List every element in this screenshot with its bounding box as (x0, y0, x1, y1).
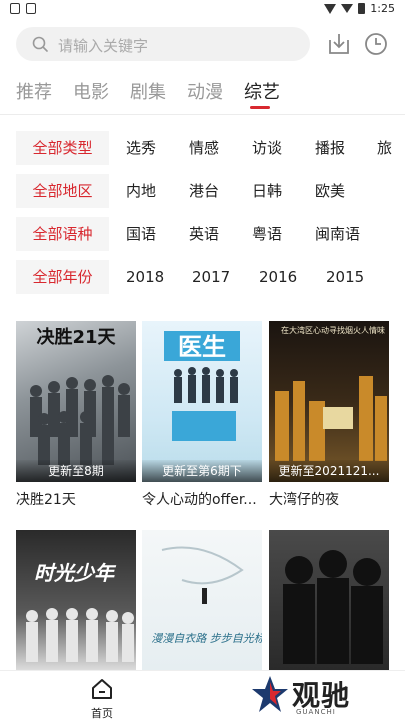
poster-title: 漫漫自衣路 步步自光标 (151, 632, 262, 645)
poster-image: 在大湾区心动寻找烟火人情味 更新至2021121... (269, 321, 389, 482)
filter-option[interactable]: 闽南语 (315, 217, 360, 251)
filter-option[interactable]: 日韩 (252, 174, 282, 208)
nav-home[interactable]: 首页 (84, 675, 120, 720)
notification-icon (26, 3, 36, 14)
poster-image: 决胜21天 更新至8期 (16, 321, 136, 482)
star-logo-icon (252, 676, 288, 712)
filter-row-type: 全部类型 选秀 情感 访谈 播报 旅 (0, 131, 405, 165)
poster-title: 在大湾区心动寻找烟火人情味 (281, 325, 385, 335)
filter-option[interactable]: 港台 (189, 174, 219, 208)
filter-option[interactable]: 英语 (189, 217, 219, 251)
poster-image: 医生 更新至第6期下 (142, 321, 262, 482)
search-icon (32, 36, 48, 52)
filter-option[interactable]: 旅 (377, 131, 392, 165)
episode-badge: 更新至8期 (16, 460, 136, 482)
poster-image: 时光少年 (16, 530, 136, 670)
filter-option[interactable]: 2017 (192, 260, 230, 294)
active-tab-indicator (250, 106, 270, 109)
sim-icon (10, 3, 20, 14)
episode-badge: 更新至第6期下 (142, 460, 262, 482)
tab-series[interactable]: 剧集 (130, 78, 166, 104)
filter-option[interactable]: 访谈 (252, 131, 282, 165)
notification-icons (10, 3, 36, 14)
status-time: 1:25 (370, 2, 395, 15)
filter-option[interactable]: 播报 (315, 131, 345, 165)
signal-icon (341, 4, 354, 13)
brand-logo: 观驰 GUANCHI (250, 674, 370, 716)
filter-all-region[interactable]: 全部地区 (16, 174, 109, 208)
search-placeholder: 请输入关键字 (58, 37, 149, 55)
filter-option[interactable]: 2016 (259, 260, 297, 294)
filter-option[interactable]: 选秀 (126, 131, 156, 165)
poster-title: 决胜21天 (36, 326, 116, 348)
home-icon (92, 679, 112, 699)
filter-all-language[interactable]: 全部语种 (16, 217, 109, 251)
poster-art: 漫漫自衣路 步步自光标 (151, 546, 262, 645)
poster-art: 在大湾区心动寻找烟火人情味 (275, 325, 387, 461)
wifi-icon (324, 3, 337, 14)
filter-row-year: 全部年份 2018 2017 2016 2015 (0, 260, 405, 294)
poster-art: 决胜21天 (30, 326, 130, 465)
filter-row-language: 全部语种 国语 英语 粤语 闽南语 (0, 217, 405, 251)
nav-home-label: 首页 (91, 707, 113, 720)
filter-option[interactable]: 2015 (326, 260, 364, 294)
card-title: 大湾仔的夜 (269, 492, 339, 508)
tab-recommend[interactable]: 推荐 (16, 78, 52, 104)
tab-movie[interactable]: 电影 (73, 78, 109, 104)
filter-option[interactable]: 粤语 (252, 217, 282, 251)
brand-subtitle: GUANCHI (296, 708, 336, 716)
filter-all-type[interactable]: 全部类型 (16, 131, 109, 165)
divider (0, 114, 405, 115)
history-icon[interactable] (363, 31, 389, 57)
filter-option[interactable]: 内地 (126, 174, 156, 208)
poster-image: 漫漫自衣路 步步自光标 (142, 530, 262, 670)
filter-option[interactable]: 国语 (126, 217, 156, 251)
poster-art: 时光少年 (26, 561, 134, 662)
filter-option[interactable]: 情感 (189, 131, 219, 165)
poster-image (269, 530, 389, 670)
tab-variety[interactable]: 综艺 (244, 78, 280, 104)
download-icon[interactable] (326, 31, 352, 57)
poster-title: 时光少年 (34, 561, 117, 585)
filter-all-year[interactable]: 全部年份 (16, 260, 109, 294)
card-title: 令人心动的offer... (142, 492, 257, 508)
battery-icon (358, 3, 366, 14)
poster-art (283, 550, 383, 664)
filter-option[interactable]: 2018 (126, 260, 164, 294)
tab-anime[interactable]: 动漫 (187, 78, 223, 104)
search-input[interactable]: 请输入关键字 (16, 27, 310, 61)
card-title: 决胜21天 (16, 492, 76, 508)
filter-option[interactable]: 欧美 (315, 174, 345, 208)
status-bar: 1:25 (0, 0, 405, 18)
category-tabs: 推荐 电影 剧集 动漫 综艺 (0, 74, 405, 110)
episode-badge: 更新至2021121... (269, 460, 389, 482)
poster-art: 医生 (164, 331, 240, 441)
poster-title: 医生 (178, 333, 226, 361)
filter-row-region: 全部地区 内地 港台 日韩 欧美 (0, 174, 405, 208)
